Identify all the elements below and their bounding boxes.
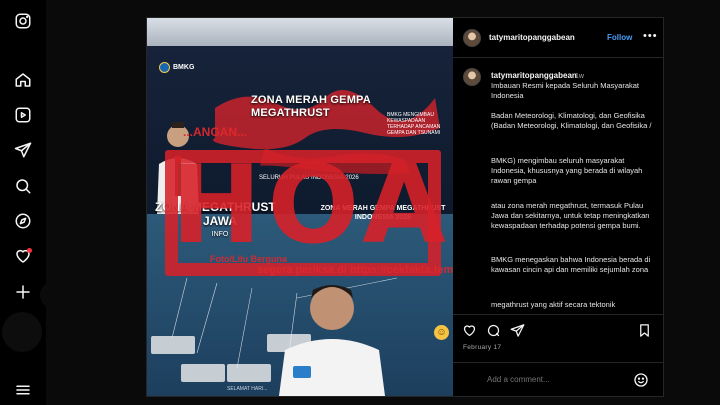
plus-icon[interactable]	[13, 282, 33, 302]
more-options-icon[interactable]: •••	[643, 30, 658, 42]
caption-area: tatymaritopanggabean 1w Imbauan Resmi ke…	[453, 58, 663, 314]
hoax-stamp-text: HOAX	[171, 143, 453, 268]
official-portrait-bottom	[279, 285, 385, 396]
map-label-box	[227, 364, 271, 382]
image-side-text: BMKG MENGIMBAU KEWASPADAAN TERHADAP ANCA…	[387, 112, 441, 136]
caption-paragraph: Imbauan Resmi kepada Seluruh Masyarakat …	[491, 81, 639, 100]
caption-paragraph: BMKG menegaskan bahwa Indonesia berada d…	[491, 255, 651, 274]
bmkg-label: BMKG	[173, 64, 195, 71]
share-icon[interactable]	[510, 323, 526, 339]
map-label-box	[181, 364, 225, 382]
image-top-strip	[147, 18, 453, 46]
watermark-factcheck-link: segera periksa di https://cekfakta.tempo…	[257, 264, 453, 276]
instagram-icon[interactable]	[13, 11, 33, 31]
background-shadow	[2, 312, 42, 352]
reels-icon[interactable]	[13, 105, 33, 125]
post-details: tatymaritopanggabean Follow ••• tatymari…	[453, 18, 663, 396]
emoji-picker-icon[interactable]	[633, 372, 649, 388]
comment-icon[interactable]	[486, 323, 502, 339]
explore-icon[interactable]	[13, 211, 33, 231]
caption-paragraph: megathrust yang aktif secara tektonik	[491, 300, 616, 309]
username-link[interactable]: tatymaritopanggabean	[489, 33, 575, 42]
notification-dot	[27, 248, 32, 253]
map-label-box	[151, 336, 195, 354]
follow-button[interactable]: Follow	[607, 33, 632, 42]
bmkg-brand: BMKG	[159, 62, 194, 73]
comment-bar	[453, 362, 663, 396]
post-modal: BMKG ZONA MERAH GEMPA MEGATHRUST BMKG ME…	[146, 17, 664, 397]
caption-username[interactable]: tatymaritopanggabean	[491, 71, 577, 80]
home-icon[interactable]	[13, 70, 33, 90]
stamp-tag-text: ...ANGAN...	[183, 125, 248, 139]
image-title-top: ZONA MERAH GEMPA MEGATHRUST	[251, 94, 371, 119]
caption-time: 1w	[575, 73, 584, 80]
post-date: February 17	[463, 344, 502, 351]
search-icon[interactable]	[13, 176, 33, 196]
post-header: tatymaritopanggabean Follow •••	[453, 18, 663, 58]
action-bar	[453, 314, 663, 344]
caption-paragraph: Badan Meteorologi, Klimatologi, dan Geof…	[491, 111, 652, 130]
comment-input[interactable]	[487, 375, 627, 384]
like-heart-icon[interactable]	[462, 323, 478, 339]
caption-paragraph: BMKG) mengimbau seluruh masyarakat Indon…	[491, 156, 643, 185]
avatar[interactable]	[463, 29, 481, 47]
bookmark-icon[interactable]	[637, 323, 653, 339]
avatar[interactable]	[463, 68, 481, 86]
image-footer-text: SELAMAT HARI...	[227, 386, 268, 392]
watermark-credit: Foto/Lilu Berguna	[210, 254, 287, 264]
menu-icon[interactable]	[13, 380, 33, 400]
post-image[interactable]: BMKG ZONA MERAH GEMPA MEGATHRUST BMKG ME…	[147, 18, 453, 396]
emoji-sticker-icon: ☺	[434, 325, 449, 340]
send-icon[interactable]	[13, 140, 33, 160]
bmkg-logo-icon	[159, 62, 170, 73]
caption-paragraph: atau zona merah megathrust, termasuk Pul…	[491, 201, 650, 230]
